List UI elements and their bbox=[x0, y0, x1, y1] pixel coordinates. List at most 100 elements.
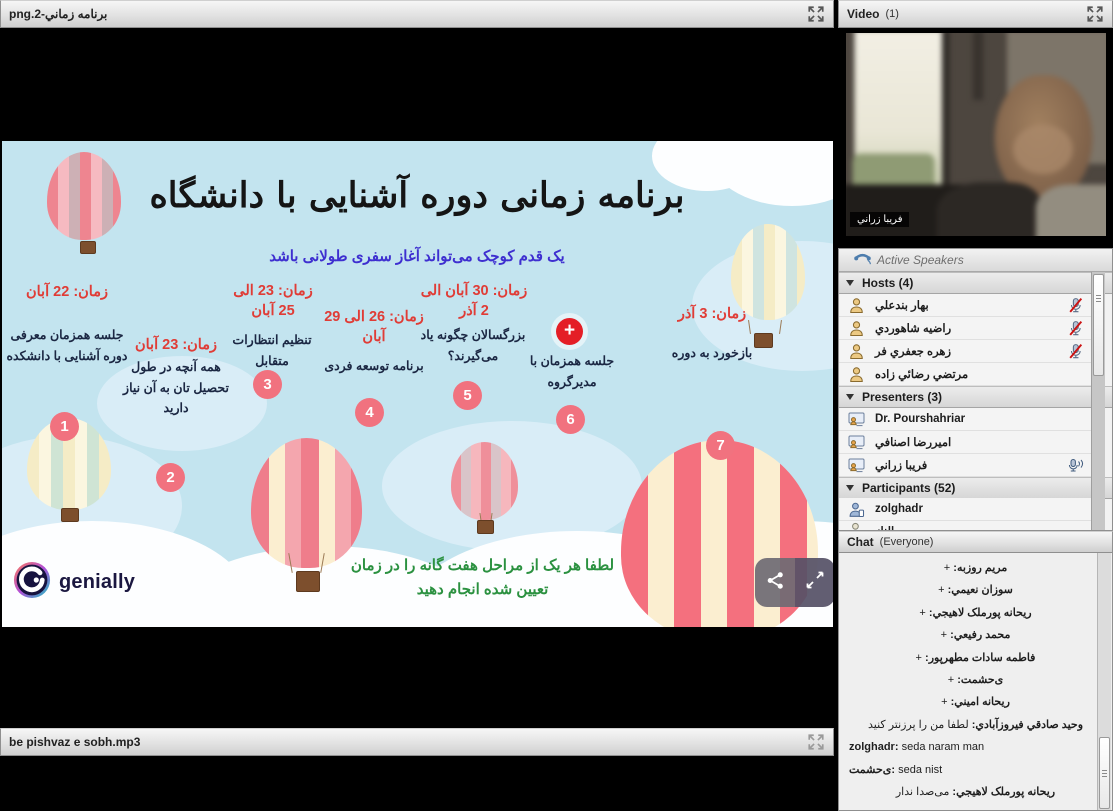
collapse-triangle-icon bbox=[846, 485, 854, 491]
chat-message: وحيد صادقي فيروزآباديلطفا من را پرزنتر ک… bbox=[839, 714, 1112, 736]
attendee-row[interactable]: فريبا زراني bbox=[839, 454, 1093, 477]
genially-logo[interactable]: genially bbox=[13, 561, 135, 604]
attendee-name: مرتضي رضائي زاده bbox=[875, 367, 968, 381]
participants-header-label: Participants (52) bbox=[862, 481, 955, 495]
webcam-video: فريبا زراني bbox=[846, 33, 1106, 236]
balloon-small-center bbox=[451, 442, 518, 520]
step3-date: زمان: 23 الی 25 آبان bbox=[224, 281, 322, 322]
chat-message: مريم روزبه+ bbox=[839, 557, 1112, 579]
chat-message: محمد رفيعي+ bbox=[839, 624, 1112, 646]
attendee-row[interactable]: راضيه شاهوردي bbox=[839, 317, 1093, 340]
presenters-section-header[interactable]: Presenters (3) bbox=[839, 386, 1112, 408]
attendee-row[interactable]: zolghadr bbox=[839, 498, 1093, 521]
step6-plus-badge: + bbox=[556, 318, 583, 345]
genially-wordmark: genially bbox=[59, 571, 135, 594]
attendee-row[interactable]: Dr. Pourshahriar bbox=[839, 408, 1093, 431]
share-pod-header: برنامه زماني-2.png bbox=[0, 0, 834, 28]
chat-scrollbar[interactable] bbox=[1097, 553, 1111, 811]
balloon-pink-center bbox=[251, 438, 362, 568]
presenter-icon bbox=[848, 457, 865, 474]
presenters-header-label: Presenters (3) bbox=[862, 390, 942, 404]
chat-scrollbar-thumb[interactable] bbox=[1099, 737, 1110, 809]
attendee-row[interactable]: مرتضي رضائي زاده bbox=[839, 363, 1093, 386]
video-pod-title: Video bbox=[847, 7, 879, 21]
step5-number: 5 bbox=[453, 381, 482, 410]
chat-message: ريحانه اميني+ bbox=[839, 691, 1112, 713]
chat-message: فاطمه سادات مطهرپور+ bbox=[839, 647, 1112, 669]
active-speakers-label: Active Speakers bbox=[877, 253, 964, 267]
attendee-name: راضيه شاهوردي bbox=[875, 321, 951, 335]
participant-icon bbox=[848, 518, 865, 531]
step2-date: زمان: 23 آبان bbox=[126, 335, 226, 355]
chat-message: ی‌حشمت+ bbox=[839, 669, 1112, 691]
attendee-name: زهره جعفري فر bbox=[875, 344, 951, 358]
slide-controls bbox=[755, 558, 833, 607]
chat-messages-area: مريم روزبه+ سوزان نعيمي+ ريحانه پورملک ل… bbox=[838, 553, 1113, 811]
slide-expand-button[interactable] bbox=[795, 558, 833, 607]
chat-message: سوزان نعيمي+ bbox=[839, 579, 1112, 601]
webcam-picture bbox=[846, 33, 1106, 236]
balloon-basket bbox=[477, 520, 494, 534]
balloon-basket bbox=[296, 571, 320, 592]
step6-desc: جلسه همزمان با مدیرگروه bbox=[510, 351, 634, 392]
attendees-scrollbar-thumb[interactable] bbox=[1093, 274, 1104, 376]
attendee-row-clipped[interactable]: الناز bbox=[839, 521, 1093, 531]
attendee-row[interactable]: بهار بندعلي bbox=[839, 294, 1093, 317]
balloon-basket bbox=[80, 241, 96, 254]
step5-date: زمان: 30 آبان الی 2 آذر bbox=[420, 281, 528, 322]
adobe-connect-window: برنامه زماني-2.png bbox=[0, 0, 1113, 811]
presenter-icon bbox=[848, 411, 865, 428]
attendee-row[interactable]: زهره جعفري فر bbox=[839, 340, 1093, 363]
slide-note: لطفا هر یک از مراحل هفت گانه را در زمان … bbox=[340, 554, 625, 602]
audio-pod-header: be pishvaz e sobh.mp3 bbox=[0, 728, 834, 756]
chat-scope-label: (Everyone) bbox=[880, 536, 934, 548]
hosts-section-header[interactable]: Hosts (4) bbox=[839, 272, 1112, 294]
chat-message: zolghadrseda naram man bbox=[839, 736, 1112, 758]
collapse-triangle-icon bbox=[846, 280, 854, 286]
step2-desc: همه آنچه در طول تحصیل تان به آن نیاز دار… bbox=[120, 357, 232, 419]
chat-pod-title: Chat bbox=[847, 535, 874, 549]
video-pod-fullscreen-icon[interactable] bbox=[1086, 5, 1104, 23]
attendee-name: بهار بندعلي bbox=[875, 298, 929, 312]
presenter-icon bbox=[848, 434, 865, 451]
share-pod-fullscreen-icon[interactable] bbox=[807, 5, 825, 23]
step1-desc: جلسه همزمان معرفی دوره آشنایی با دانشکده bbox=[4, 325, 130, 366]
balloon-basket bbox=[61, 508, 79, 522]
host-icon bbox=[848, 343, 865, 360]
video-speaker-name: فريبا زراني bbox=[850, 212, 909, 227]
step3-desc: تنظیم انتظارات متقابل bbox=[220, 330, 324, 371]
slide-title: برنامه زمانی دوره آشنایی با دانشگاه bbox=[102, 175, 732, 216]
attendees-pod: Active Speakers Hosts (4) بهار بندعلي را… bbox=[838, 248, 1113, 531]
slide-share-button[interactable] bbox=[755, 558, 795, 607]
step1-number: 1 bbox=[50, 412, 79, 441]
step1-date: زمان: 22 آبان bbox=[8, 282, 126, 302]
step6-number: 6 bbox=[556, 405, 585, 434]
video-pod-header: Video (1) bbox=[838, 0, 1113, 28]
host-icon bbox=[848, 297, 865, 314]
attendee-name: zolghadr bbox=[875, 503, 923, 515]
speaker-active-icon bbox=[1067, 457, 1084, 474]
slide-subtitle: یک قدم کوچک می‌تواند آغاز سفری طولانی با… bbox=[117, 247, 717, 265]
step4-number: 4 bbox=[355, 398, 384, 427]
audio-pod-fullscreen-icon[interactable] bbox=[807, 733, 825, 751]
hosts-header-label: Hosts (4) bbox=[862, 276, 913, 290]
chat-message: ی‌حشمتseda nist bbox=[839, 759, 1112, 781]
attendee-row[interactable]: اميررضا اصنافي bbox=[839, 431, 1093, 454]
share-pod-title: برنامه زماني-2.png bbox=[9, 7, 107, 21]
collapse-triangle-icon bbox=[846, 394, 854, 400]
participants-section-header[interactable]: Participants (52) bbox=[839, 477, 1112, 499]
audio-pod-title: be pishvaz e sobh.mp3 bbox=[9, 735, 140, 749]
chat-message: ريحانه پورملک لاهيجي+ bbox=[839, 602, 1112, 624]
attendee-name: الناز bbox=[875, 524, 894, 531]
step7-date: زمان: 3 آذر bbox=[636, 304, 788, 324]
expand-arrows-icon bbox=[806, 571, 824, 594]
attendee-name: Dr. Pourshahriar bbox=[875, 413, 965, 425]
participant-icon bbox=[848, 501, 865, 518]
shared-slide: برنامه زمانی دوره آشنایی با دانشگاه یک ق… bbox=[2, 141, 833, 627]
video-person-shoulder bbox=[937, 182, 1040, 236]
step7-number: 7 bbox=[706, 431, 735, 460]
mic-muted-icon bbox=[1067, 320, 1084, 337]
video-pole bbox=[973, 33, 983, 100]
share-icon bbox=[766, 571, 785, 595]
attendees-scrollbar[interactable] bbox=[1091, 272, 1105, 531]
